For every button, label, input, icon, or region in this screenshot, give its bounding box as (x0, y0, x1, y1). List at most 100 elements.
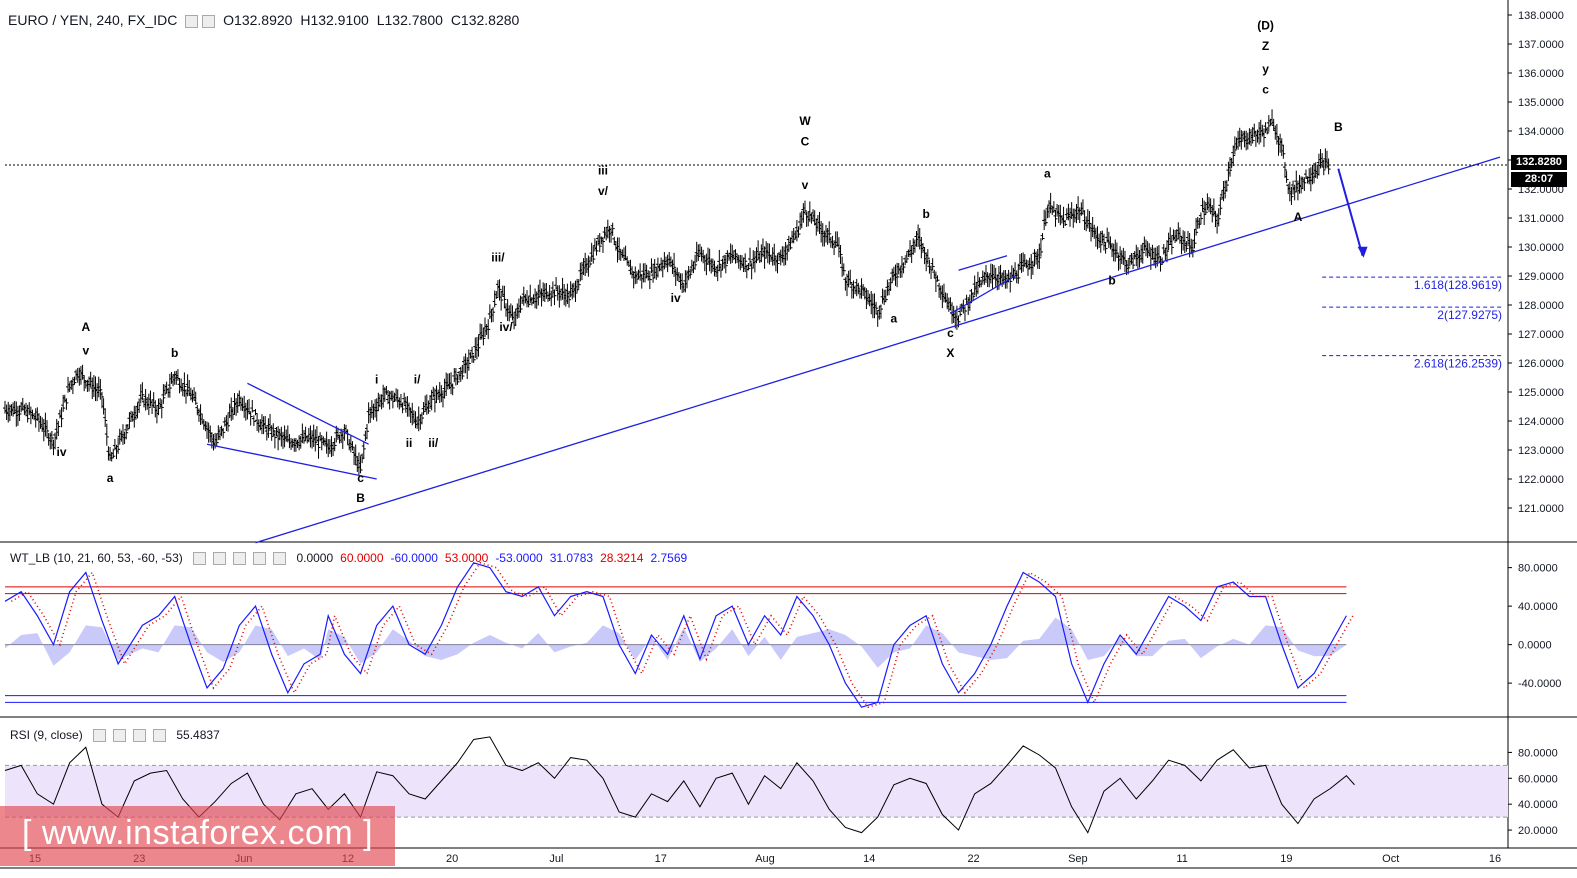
fib-level-label: 1.618(128.9619) (1414, 278, 1502, 292)
price-tick-label: 121.0000 (1518, 503, 1564, 515)
wave-label: i (375, 372, 378, 386)
time-tick-label: 19 (1280, 853, 1292, 865)
wave-label: A (81, 320, 90, 334)
plus-icon[interactable] (133, 729, 147, 743)
wave-label: X (946, 346, 954, 360)
wave-label: c (357, 471, 364, 485)
wave-label: C (801, 135, 810, 149)
time-tick-label: 16 (1489, 853, 1501, 865)
price-tick-label: 138.0000 (1518, 10, 1564, 22)
wt-value: 60.0000 (340, 551, 384, 565)
rsi-value: 55.4837 (176, 728, 220, 742)
time-tick-label: 20 (446, 853, 458, 865)
wt-value: 28.3214 (600, 551, 644, 565)
open-value: O132.8920 (223, 12, 293, 28)
settings-icon[interactable] (213, 552, 227, 566)
wave-label: b (171, 346, 178, 360)
close-icon[interactable] (202, 14, 216, 28)
wave-label: a (891, 311, 898, 325)
high-value: H132.9100 (300, 12, 369, 28)
time-tick-label: 17 (655, 853, 667, 865)
wt-value: 2.7569 (650, 551, 688, 565)
wt-name[interactable]: WT_LB (10, 21, 60, 53, -60, -53) (10, 551, 183, 565)
price-tick-label: 134.0000 (1518, 126, 1564, 138)
channel-line-upper (247, 382, 369, 445)
gear-icon[interactable] (233, 552, 247, 566)
main-header: EURO / YEN, 240, FX_IDC O132.8920 H132.9… (8, 12, 523, 28)
wave-label: b (923, 207, 930, 221)
rsi-tick-label: 60.0000 (1518, 773, 1558, 785)
wt-value: -53.0000 (495, 551, 543, 565)
wave-label: iii (598, 164, 608, 178)
price-tag: 132.8280 (1511, 155, 1567, 170)
wave-label: a (1044, 166, 1051, 180)
eye-icon[interactable] (93, 729, 107, 743)
price-tick-label: 126.0000 (1518, 358, 1564, 370)
price-tick-label: 125.0000 (1518, 387, 1564, 399)
wt-histogram (5, 617, 1347, 668)
price-tick-label: 127.0000 (1518, 329, 1564, 341)
price-tick-label: 124.0000 (1518, 416, 1564, 428)
watermark-text: [ www.instaforex.com ] (22, 814, 374, 852)
price-tick-label: 135.0000 (1518, 97, 1564, 109)
wt-value: 31.0783 (549, 551, 594, 565)
price-tick-label: 137.0000 (1518, 39, 1564, 51)
time-tick-label: Aug (755, 853, 775, 865)
wt-tick-label: 0.0000 (1518, 640, 1552, 652)
rsi-tick-label: 80.0000 (1518, 747, 1558, 759)
wave-label: iv/ (499, 320, 513, 334)
time-tag: 28:07 (1511, 172, 1567, 187)
settings-icon[interactable] (113, 729, 127, 743)
price-tick-label: 130.0000 (1518, 242, 1564, 254)
wave-label: Z (1262, 39, 1269, 53)
wt-tick-label: -40.0000 (1518, 678, 1561, 690)
wave-label: a (107, 471, 114, 485)
wave-label: iv (57, 445, 67, 459)
wave-label: v (802, 178, 809, 192)
symbol-title[interactable]: EURO / YEN, 240, FX_IDC (8, 12, 177, 28)
wt-value: 53.0000 (444, 551, 489, 565)
time-tick-label: Sep (1068, 853, 1088, 865)
wave-label: B (1334, 120, 1343, 134)
plus-icon[interactable] (253, 552, 267, 566)
arrow-head-icon (1357, 246, 1368, 258)
time-tick-label: 22 (967, 853, 979, 865)
eye-icon[interactable] (193, 552, 207, 566)
price-tick-label: 122.0000 (1518, 474, 1564, 486)
time-tick-label: 14 (863, 853, 875, 865)
rsi-header: RSI (9, close) 55.4837 (10, 728, 227, 743)
rsi-tick-label: 40.0000 (1518, 799, 1558, 811)
watermark: [ www.instaforex.com ] (0, 806, 395, 866)
price-tick-label: 128.0000 (1518, 300, 1564, 312)
close-icon[interactable] (153, 729, 167, 743)
wave-label: i/ (414, 372, 421, 386)
chart-canvas[interactable]: 121.0000 122.0000 123.0000 124.0000 125.0000… (0, 0, 1577, 878)
wt-tick-label: 80.0000 (1518, 563, 1558, 575)
projection-arrow (1337, 168, 1364, 256)
wave-label: A (1294, 210, 1303, 224)
wt-value: -60.0000 (390, 551, 438, 565)
price-tick-label: 123.0000 (1518, 445, 1564, 457)
wave-label: c (1262, 82, 1269, 96)
settings-icon[interactable] (185, 14, 199, 28)
trendline (255, 156, 1501, 544)
wt-tick-label: 40.0000 (1518, 601, 1558, 613)
wave-label: ii (406, 436, 413, 450)
wave-label: (D) (1257, 19, 1274, 33)
fib-level-label: 2(127.9275) (1437, 308, 1502, 322)
time-tick-label: Jul (549, 853, 563, 865)
rsi-name[interactable]: RSI (9, close) (10, 728, 83, 742)
wave-label: y (1262, 62, 1269, 76)
ohlc-bars (3, 109, 1331, 475)
rsi-tick-label: 20.0000 (1518, 825, 1558, 837)
wave-label: iii/ (491, 251, 505, 265)
wave-label: ii/ (428, 436, 439, 450)
wt-header: WT_LB (10, 21, 60, 53, -60, -53) 0.0000 6… (10, 551, 701, 566)
wave-label: b (1108, 274, 1115, 288)
wave-label: v (82, 343, 89, 357)
wave-label: B (356, 491, 365, 505)
price-tick-label: 136.0000 (1518, 68, 1564, 80)
wedge-line-upper (958, 255, 1008, 271)
close-icon[interactable] (273, 552, 287, 566)
wave-label: W (799, 114, 811, 128)
